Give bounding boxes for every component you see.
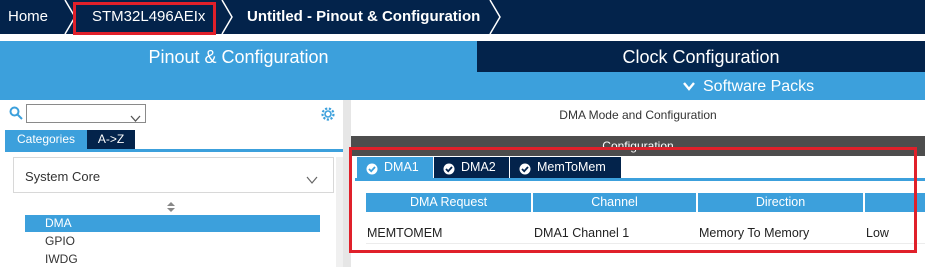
list-item-dma[interactable]: DMA (25, 215, 320, 232)
software-packs-label: Software Packs (703, 78, 815, 95)
tab-pinout-configuration[interactable]: Pinout & Configuration (0, 41, 477, 72)
search-icon[interactable] (9, 106, 23, 125)
panel-title: DMA Mode and Configuration (351, 100, 925, 130)
dma-highlight-box (349, 147, 917, 253)
breadcrumb-separator-icon (489, 0, 501, 34)
list-item-iwdg[interactable]: IWDG (25, 251, 320, 268)
chevron-down-icon[interactable] (130, 109, 141, 127)
list-item-gpio[interactable]: GPIO (25, 233, 320, 250)
gear-icon[interactable] (319, 105, 337, 128)
tab-underline (5, 149, 343, 152)
section-label: System Core (25, 169, 101, 184)
scrollbar[interactable] (336, 157, 343, 267)
breadcrumb-project[interactable]: Untitled - Pinout & Configuration (247, 0, 480, 34)
search-input[interactable] (26, 104, 146, 123)
chevron-down-icon (683, 72, 695, 102)
tab-a-to-z[interactable]: A->Z (87, 130, 135, 149)
breadcrumb-home[interactable]: Home (8, 0, 48, 34)
software-packs-menu[interactable]: Software Packs (683, 72, 814, 100)
chevron-down-icon[interactable] (306, 171, 318, 189)
tab-categories[interactable]: Categories (5, 130, 87, 149)
breadcrumb-separator-icon (221, 0, 233, 34)
mcu-highlight-box (73, 2, 216, 35)
tab-clock-configuration[interactable]: Clock Configuration (477, 41, 925, 72)
